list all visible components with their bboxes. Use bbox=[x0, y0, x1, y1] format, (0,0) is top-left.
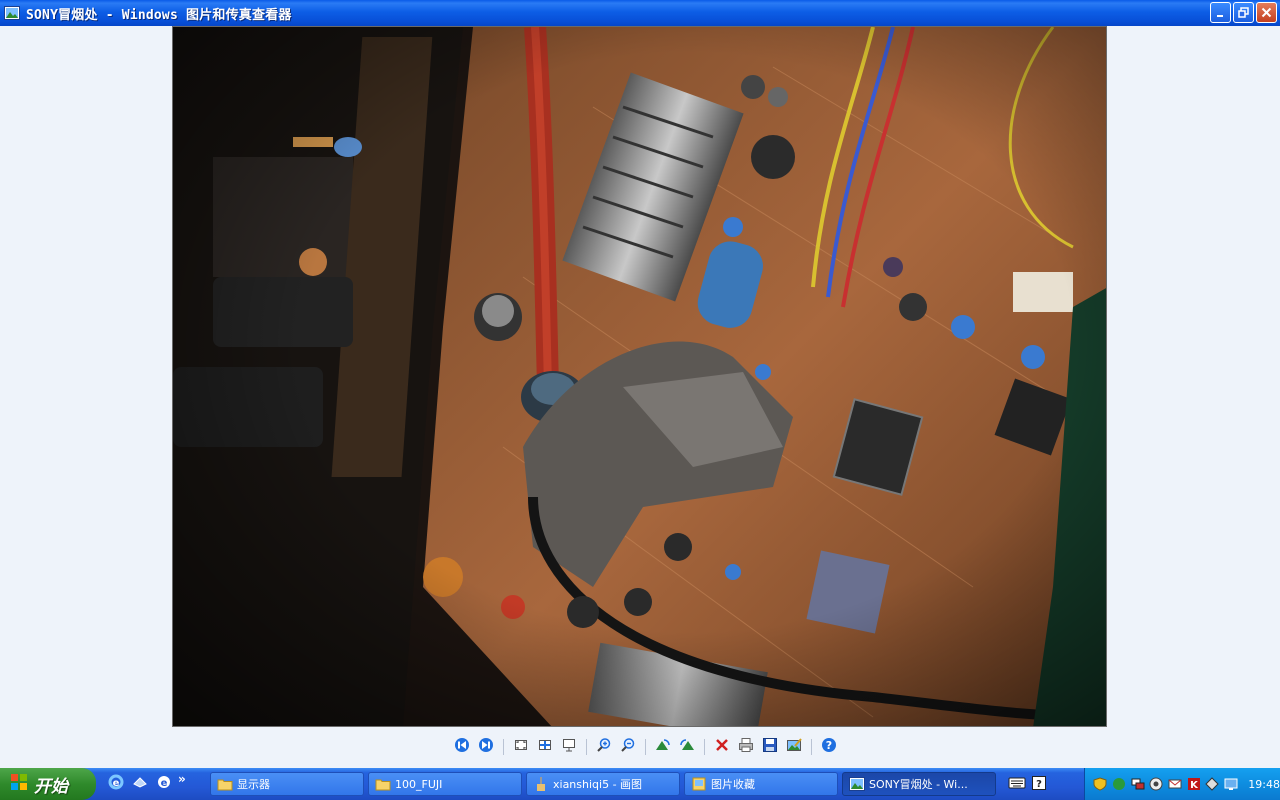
rotate-ccw-icon bbox=[679, 737, 695, 757]
start-label: 开始 bbox=[34, 776, 68, 797]
minimize-button[interactable] bbox=[1210, 2, 1231, 23]
restore-button[interactable] bbox=[1233, 2, 1254, 23]
zoom-out-icon bbox=[620, 737, 636, 757]
edit-icon bbox=[786, 737, 802, 757]
keyboard-icon[interactable] bbox=[1008, 775, 1026, 794]
window-title: SONY冒烟处 - Windows 图片和传真查看器 bbox=[26, 7, 292, 23]
image-viewer-icon bbox=[849, 776, 865, 792]
svg-text:K: K bbox=[1190, 780, 1199, 791]
svg-text:e: e bbox=[161, 778, 168, 789]
task-folder-fuji[interactable]: 100_FUJI bbox=[368, 772, 522, 796]
next-image-button[interactable] bbox=[477, 738, 495, 756]
actual-size-button[interactable] bbox=[536, 738, 554, 756]
edit-button[interactable] bbox=[785, 738, 803, 756]
zoom-in-icon bbox=[596, 737, 612, 757]
display-settings-icon[interactable] bbox=[1224, 777, 1239, 792]
rotate-counterclockwise-button[interactable] bbox=[678, 738, 696, 756]
slideshow-icon bbox=[561, 737, 577, 757]
language-bar: ? bbox=[1008, 775, 1046, 794]
browser-icon: e bbox=[156, 774, 172, 794]
help-button[interactable]: ? bbox=[820, 738, 838, 756]
delete-icon bbox=[714, 737, 730, 757]
next-icon bbox=[478, 737, 494, 757]
windows-logo-icon bbox=[10, 773, 28, 795]
close-button[interactable] bbox=[1256, 2, 1277, 23]
rotate-cw-icon bbox=[655, 737, 671, 757]
task-image-viewer[interactable]: SONY冒烟处 - Wi... bbox=[842, 772, 996, 796]
mail-icon[interactable] bbox=[1168, 777, 1183, 792]
kaspersky-icon[interactable]: K bbox=[1186, 777, 1201, 792]
task-paint[interactable]: xianshiqi5 - 画图 bbox=[526, 772, 680, 796]
toolbar-separator bbox=[811, 739, 812, 755]
task-label: 显示器 bbox=[237, 778, 270, 791]
language-help-icon[interactable]: ? bbox=[1032, 775, 1046, 794]
task-my-pictures[interactable]: 图片收藏 bbox=[684, 772, 838, 796]
network-icon[interactable] bbox=[1130, 777, 1145, 792]
title-bar[interactable]: SONY冒烟处 - Windows 图片和传真查看器 bbox=[0, 0, 1280, 26]
folder-icon bbox=[375, 776, 391, 792]
zoom-out-button[interactable] bbox=[619, 738, 637, 756]
monitor-app-icon[interactable] bbox=[1149, 777, 1164, 792]
quick-launch-more-button[interactable]: » bbox=[178, 772, 186, 786]
diamond-app-icon[interactable] bbox=[1205, 777, 1220, 792]
toolbar-separator bbox=[503, 739, 504, 755]
print-icon bbox=[738, 737, 754, 757]
quick-launch: e e » bbox=[106, 772, 210, 794]
app-icon bbox=[132, 774, 148, 794]
task-label: SONY冒烟处 - Wi... bbox=[869, 778, 968, 791]
viewer-toolbar: ? bbox=[450, 738, 841, 756]
security-shield-icon[interactable] bbox=[1093, 777, 1108, 792]
best-fit-button[interactable] bbox=[512, 738, 530, 756]
actual-size-icon bbox=[537, 737, 553, 757]
copy-to-button[interactable] bbox=[761, 738, 779, 756]
task-label: xianshiqi5 - 画图 bbox=[553, 778, 643, 791]
toolbar-separator bbox=[645, 739, 646, 755]
task-label: 图片收藏 bbox=[711, 778, 755, 791]
close-icon bbox=[1261, 3, 1272, 22]
folder-icon bbox=[217, 776, 233, 792]
taskbar: 开始 e e » 显示器 100_FUJI xianshiqi5 - 画图 图片… bbox=[0, 768, 1280, 800]
svg-text:e: e bbox=[113, 778, 120, 789]
clock[interactable]: 19:48 bbox=[1248, 778, 1280, 791]
system-tray: K 19:48 bbox=[1084, 768, 1280, 800]
prev-icon bbox=[454, 737, 470, 757]
help-icon: ? bbox=[821, 737, 837, 757]
quick-launch-app[interactable] bbox=[130, 774, 150, 794]
zoom-in-button[interactable] bbox=[595, 738, 613, 756]
viewer-area: ? bbox=[0, 26, 1280, 766]
image-viewer-icon bbox=[4, 5, 20, 21]
previous-image-button[interactable] bbox=[453, 738, 471, 756]
rotate-clockwise-button[interactable] bbox=[654, 738, 672, 756]
toolbar-separator bbox=[704, 739, 705, 755]
slideshow-button[interactable] bbox=[560, 738, 578, 756]
photo-illustration bbox=[173, 27, 1106, 726]
start-button[interactable]: 开始 bbox=[0, 768, 96, 800]
save-icon bbox=[762, 737, 778, 757]
quick-launch-ie[interactable]: e bbox=[106, 774, 126, 794]
internet-explorer-icon: e bbox=[108, 774, 124, 794]
quick-launch-browser[interactable]: e bbox=[154, 774, 174, 794]
task-label: 100_FUJI bbox=[395, 777, 443, 791]
print-button[interactable] bbox=[737, 738, 755, 756]
paint-icon bbox=[533, 776, 549, 792]
restore-icon bbox=[1238, 3, 1249, 22]
svg-text:?: ? bbox=[1036, 779, 1042, 790]
pictures-icon bbox=[691, 776, 707, 792]
task-folder-display[interactable]: 显示器 bbox=[210, 772, 364, 796]
photo-circuit-board bbox=[172, 26, 1107, 727]
minimize-icon bbox=[1216, 3, 1226, 22]
antivirus-icon[interactable] bbox=[1112, 777, 1127, 792]
best-fit-icon bbox=[513, 737, 529, 757]
toolbar-separator bbox=[586, 739, 587, 755]
svg-text:?: ? bbox=[826, 739, 832, 752]
delete-button[interactable] bbox=[713, 738, 731, 756]
